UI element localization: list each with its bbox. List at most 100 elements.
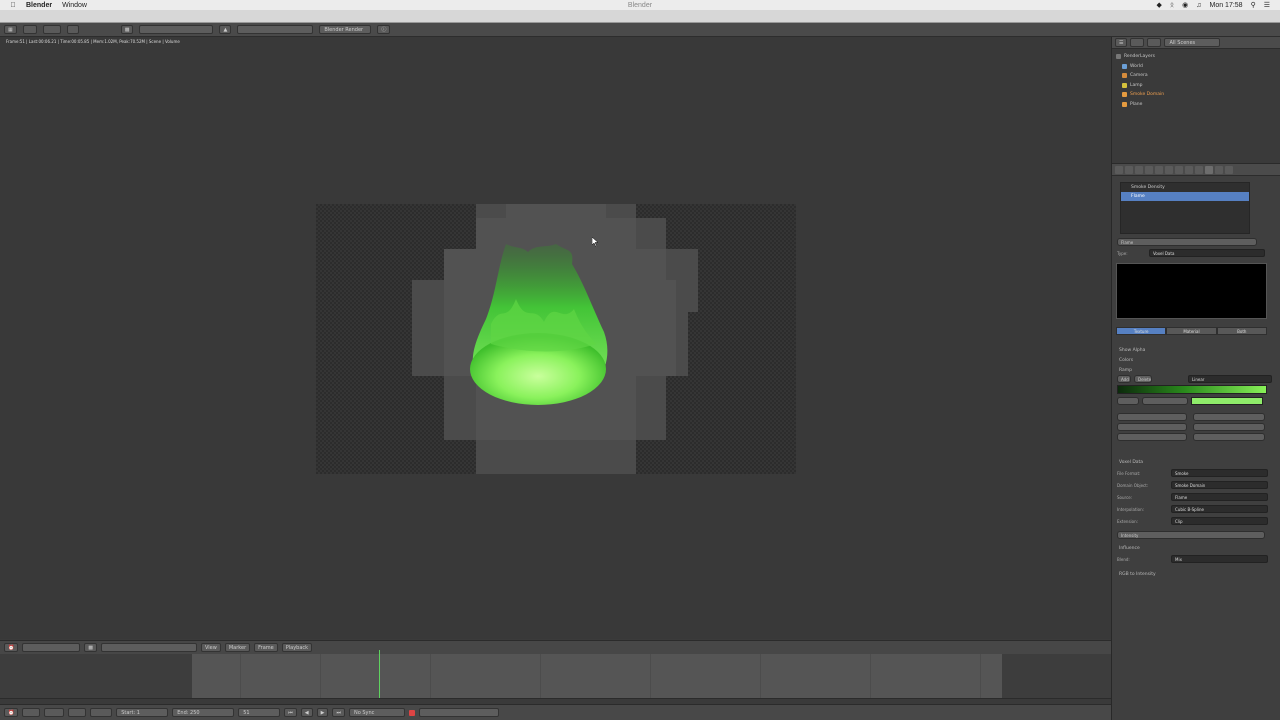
colors-panel-header[interactable]: Colors	[1115, 355, 1277, 365]
menu-file[interactable]	[22, 25, 37, 34]
marker-menu-footer[interactable]	[44, 708, 65, 717]
app-menu-blender[interactable]: Blender	[26, 2, 52, 9]
intensity-field[interactable]: Intensity	[1117, 531, 1265, 539]
preview-tab-both[interactable]: Both	[1216, 327, 1267, 335]
play-icon[interactable]: ▶	[316, 708, 329, 717]
ramp-color-swatch[interactable]	[1191, 397, 1263, 405]
outliner-item[interactable]: Smoke Domain	[1116, 90, 1276, 100]
render-tab-icon[interactable]	[1115, 165, 1123, 174]
jump-start-icon[interactable]: ⏮	[284, 708, 297, 717]
timeline-layout-field[interactable]	[22, 643, 81, 652]
color-ramp[interactable]	[1117, 385, 1267, 394]
texture-slot[interactable]: Flame	[1121, 192, 1249, 201]
outliner-item[interactable]: Camera	[1116, 71, 1276, 81]
playback-menu-footer[interactable]	[90, 708, 113, 717]
scene-tab-icon[interactable]	[1135, 165, 1143, 174]
wifi-icon[interactable]: ◉	[1182, 1, 1188, 9]
brightness-field[interactable]	[1193, 413, 1265, 421]
influence-panel-header[interactable]: Influence	[1115, 543, 1277, 553]
material-tab-icon[interactable]	[1195, 165, 1203, 174]
ramp-checkbox[interactable]: Ramp	[1115, 365, 1277, 375]
outliner[interactable]: RenderLayers World Camera Lamp Smoke Dom…	[1112, 49, 1280, 164]
texture-slot[interactable]: Smoke Density	[1121, 183, 1249, 192]
jump-end-icon[interactable]: ⏭	[332, 708, 345, 717]
source-dropdown[interactable]: Flame	[1171, 493, 1268, 501]
render-layers-tab-icon[interactable]	[1125, 165, 1133, 174]
outliner-item[interactable]: World	[1116, 62, 1276, 72]
rgb-g-field[interactable]	[1117, 423, 1187, 431]
frame-menu[interactable]: Frame	[254, 643, 278, 652]
dropbox-icon[interactable]: ◆	[1157, 1, 1162, 9]
menu-help[interactable]	[66, 25, 79, 34]
end-frame-field[interactable]: End: 250	[172, 708, 235, 717]
rgb-to-intensity-checkbox[interactable]: RGB to Intensity	[1115, 569, 1277, 579]
outliner-item[interactable]: Lamp	[1116, 81, 1276, 91]
modifiers-tab-icon[interactable]	[1175, 165, 1183, 174]
ramp-delete-button[interactable]: Delete	[1134, 375, 1152, 383]
menu-window[interactable]: Window	[62, 2, 87, 9]
bluetooth-icon[interactable]: ᛟ	[1170, 2, 1174, 9]
current-frame-field[interactable]: 51	[238, 708, 281, 717]
clamp-checkbox[interactable]	[1115, 447, 1277, 457]
render-viewport[interactable]: Frame:51 | Last:00:06.21 | Time:00:05.85…	[0, 37, 1111, 639]
show-alpha-checkbox[interactable]: Show Alpha	[1115, 345, 1277, 355]
keying-set-field[interactable]	[418, 708, 499, 717]
rgb-r-field[interactable]	[1117, 413, 1187, 421]
timeline-editor-icon[interactable]: ⏰	[4, 643, 19, 652]
menu-render[interactable]	[42, 25, 61, 34]
screen-layout-icon[interactable]: ▩	[120, 25, 134, 34]
timeline-scene-field[interactable]	[100, 643, 197, 652]
texture-type-dropdown[interactable]: Voxel Data	[1149, 249, 1265, 257]
outliner-search-menu[interactable]	[1147, 38, 1162, 47]
search-icon[interactable]: ⚲	[1251, 1, 1256, 9]
editor-type-button[interactable]: ▦	[4, 25, 17, 34]
interpolation-dropdown[interactable]: Cubic B-Spline	[1171, 505, 1268, 513]
file-format-dropdown[interactable]: Smoke	[1171, 469, 1268, 477]
texture-slot-list[interactable]: Smoke Density Flame	[1120, 182, 1250, 234]
scene-icon[interactable]: ▲	[219, 25, 232, 34]
volume-icon[interactable]: ♫	[1196, 2, 1201, 9]
outliner-item[interactable]: RenderLayers	[1116, 52, 1276, 62]
outliner-view-menu[interactable]	[1130, 38, 1145, 47]
ramp-add-button[interactable]: Add	[1117, 375, 1131, 383]
outliner-display-dropdown[interactable]: All Scenes	[1164, 38, 1221, 47]
editor-type-icon[interactable]: ⏰	[4, 708, 19, 717]
record-icon[interactable]	[408, 709, 415, 716]
physics-tab-icon[interactable]	[1225, 165, 1233, 174]
object-tab-icon[interactable]	[1155, 165, 1163, 174]
scene-field[interactable]	[237, 25, 314, 34]
voxel-data-panel-header[interactable]: Voxel Data	[1115, 457, 1277, 467]
world-tab-icon[interactable]	[1145, 165, 1153, 174]
particles-tab-icon[interactable]	[1215, 165, 1223, 174]
data-tab-icon[interactable]	[1185, 165, 1193, 174]
constraints-tab-icon[interactable]	[1165, 165, 1173, 174]
ramp-stop-field[interactable]	[1117, 397, 1139, 405]
play-reverse-icon[interactable]: ◀	[300, 708, 313, 717]
playhead[interactable]	[379, 650, 380, 700]
outliner-editor-icon[interactable]: ☰	[1115, 38, 1128, 47]
saturation-field[interactable]	[1193, 433, 1265, 441]
view-menu[interactable]: View	[200, 643, 221, 652]
preview-tab-material[interactable]: Material	[1166, 327, 1217, 335]
render-engine-dropdown[interactable]: Blender Render	[319, 25, 372, 34]
list-icon[interactable]: ☰	[1264, 1, 1270, 9]
texture-tab-icon[interactable]	[1205, 165, 1213, 174]
clock[interactable]: Mon 17:58	[1209, 2, 1242, 9]
domain-object-field[interactable]: Smoke Domain	[1171, 481, 1268, 489]
frame-menu-footer[interactable]	[68, 708, 87, 717]
apple-icon[interactable]: 	[8, 2, 18, 9]
outliner-item[interactable]: Plane	[1116, 100, 1276, 110]
preview-tab-texture[interactable]: Texture	[1116, 327, 1167, 335]
timeline[interactable]	[0, 650, 1111, 704]
playback-menu[interactable]: Playback	[281, 643, 313, 652]
info-icon[interactable]: ⓘ	[377, 25, 391, 34]
texture-name-field[interactable]: Flame	[1117, 238, 1257, 246]
sync-dropdown[interactable]: No Sync	[348, 708, 405, 717]
ramp-interpolation-dropdown[interactable]: Linear	[1188, 375, 1272, 383]
screen-layout-field[interactable]	[139, 25, 214, 34]
extension-dropdown[interactable]: Clip	[1171, 517, 1268, 525]
blend-dropdown[interactable]: Mix	[1171, 555, 1268, 563]
marker-menu[interactable]: Marker	[224, 643, 251, 652]
view-menu-footer[interactable]	[22, 708, 41, 717]
timeline-icon[interactable]: ▩	[84, 643, 97, 652]
